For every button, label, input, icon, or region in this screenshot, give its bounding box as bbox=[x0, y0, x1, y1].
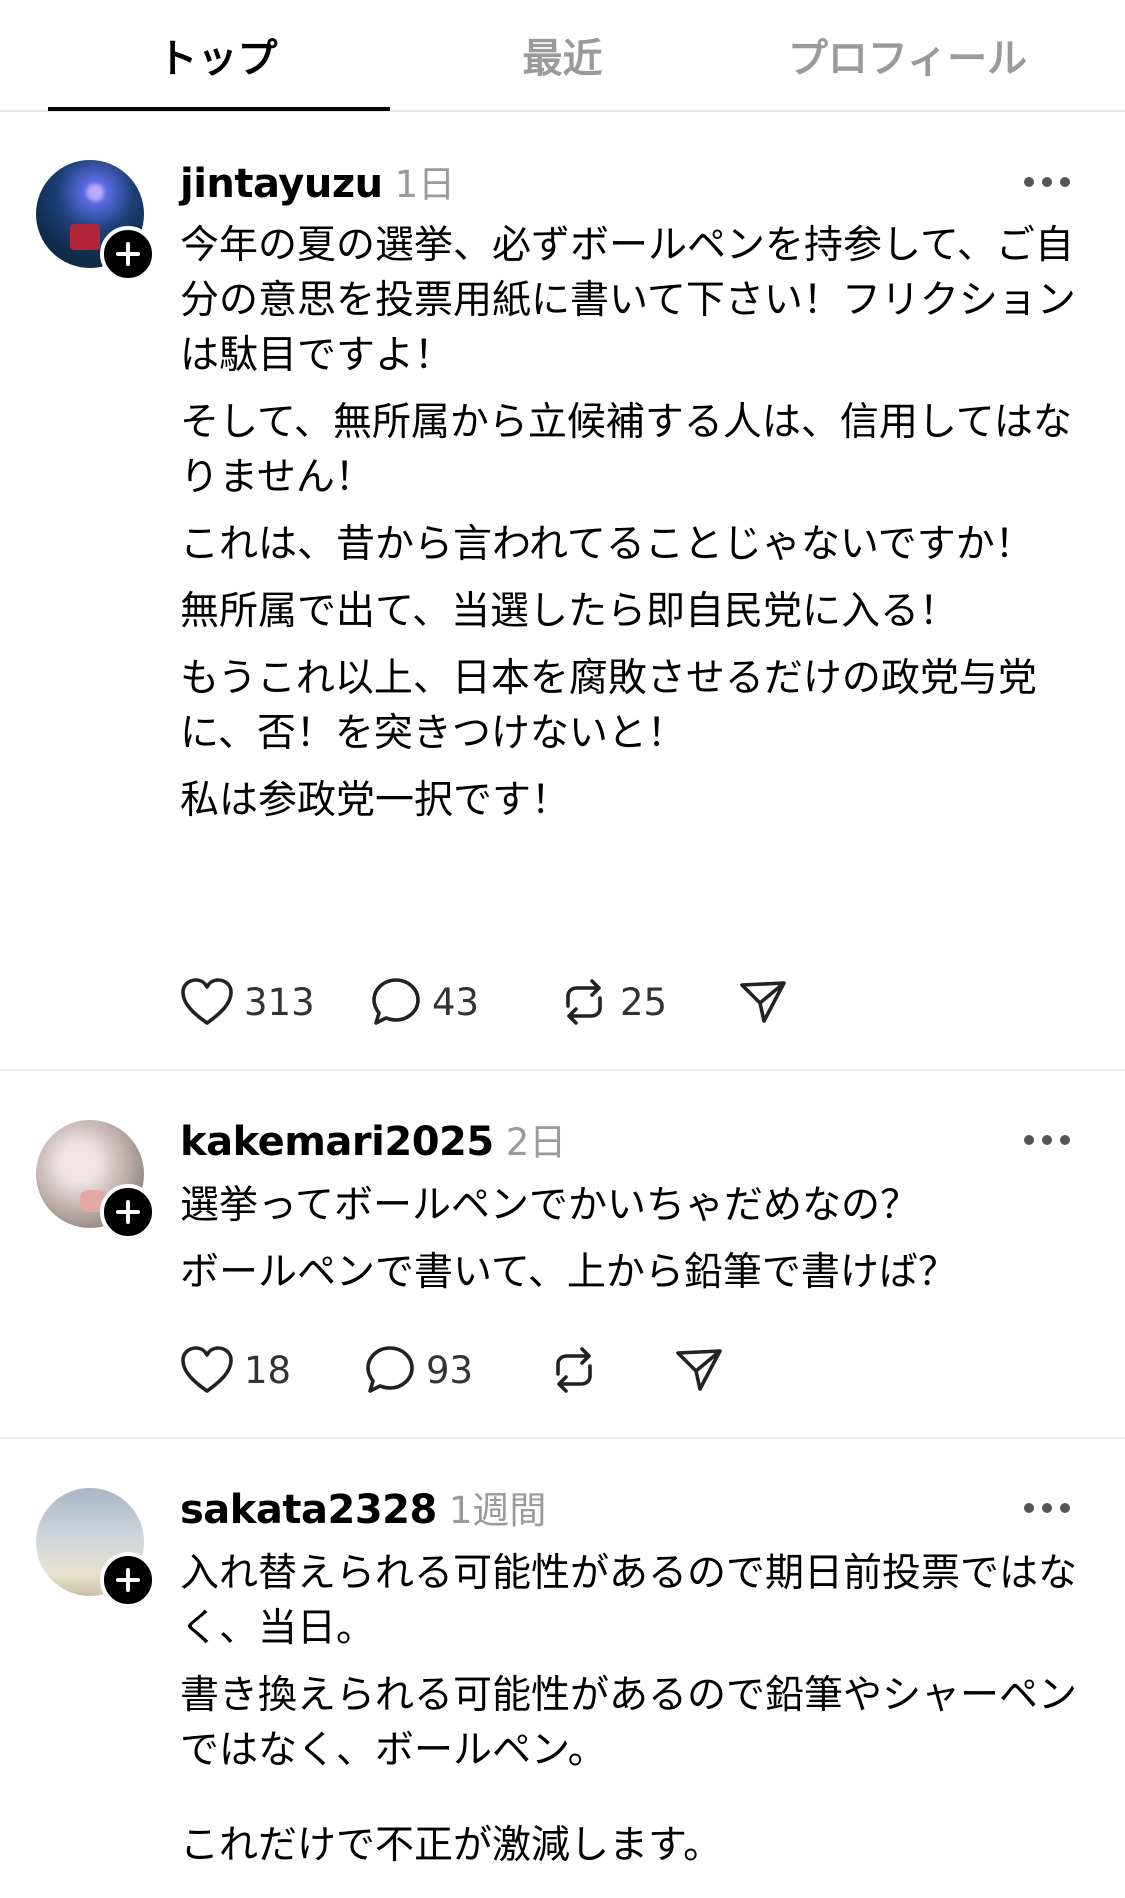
post-paragraph: 選挙ってボールペンでかいちゃだめなの？ bbox=[180, 1183, 920, 1228]
like-button[interactable]: 18 bbox=[180, 1345, 364, 1395]
post-paragraph: 今年の夏の選挙、必ずボールペンを持参して、ご自分の意思を投票用紙に書いて下さい！… bbox=[180, 223, 1076, 378]
post-body: 入れ替えられる可能性があるので期日前投票ではなく、当日。 書き換えられる可能性が… bbox=[180, 1546, 1080, 1885]
post-header: jintayuzu 1日 bbox=[180, 154, 455, 210]
more-options-icon[interactable] bbox=[1017, 162, 1077, 202]
post-paragraph: これは、昔から言われてることじゃないですか！ bbox=[180, 522, 1034, 567]
more-options-icon[interactable] bbox=[1017, 1120, 1077, 1160]
post-body: 今年の夏の選挙、必ずボールペンを持参して、ご自分の意思を投票用紙に書いて下さい！… bbox=[180, 218, 1080, 840]
share-button[interactable] bbox=[738, 977, 788, 1027]
timestamp: 1日 bbox=[394, 163, 456, 206]
tab-profile[interactable]: プロフィール bbox=[720, 0, 1095, 110]
post-header: sakata2328 1週間 bbox=[180, 1480, 546, 1536]
like-count: 18 bbox=[244, 1348, 292, 1392]
post-paragraph: ボールペンで書いて、上から鉛筆で書けば？ bbox=[180, 1250, 957, 1295]
more-options-icon[interactable] bbox=[1017, 1488, 1077, 1528]
like-button[interactable]: 313 bbox=[180, 977, 370, 1027]
share-button[interactable] bbox=[674, 1345, 724, 1395]
follow-plus-icon[interactable] bbox=[100, 1184, 156, 1240]
comment-bubble-icon bbox=[364, 1344, 416, 1396]
timestamp: 2日 bbox=[505, 1121, 567, 1164]
post-body: 選挙ってボールペンでかいちゃだめなの？ ボールペンで書いて、上から鉛筆で書けば？ bbox=[180, 1178, 1080, 1312]
follow-plus-icon[interactable] bbox=[100, 1552, 156, 1608]
follow-plus-icon[interactable] bbox=[100, 226, 156, 282]
post-paragraph: 入れ替えられる可能性があるので期日前投票ではなく、当日。 bbox=[180, 1551, 1078, 1651]
post-header: kakemari2025 2日 bbox=[180, 1112, 566, 1168]
repost-button[interactable]: 25 bbox=[558, 976, 738, 1028]
repost-icon bbox=[548, 1344, 600, 1396]
username[interactable]: sakata2328 bbox=[180, 1487, 437, 1533]
post-actions: 313 43 25 bbox=[180, 972, 788, 1032]
post-paragraph: もうこれ以上、日本を腐敗させるだけの政党与党に、否！を突きつけないと！ bbox=[180, 656, 1037, 756]
comment-button[interactable]: 93 bbox=[364, 1344, 548, 1396]
comment-button[interactable]: 43 bbox=[370, 976, 558, 1028]
username[interactable]: kakemari2025 bbox=[180, 1119, 494, 1165]
tab-bar: トップ 最近 プロフィール bbox=[0, 0, 1125, 112]
post-paragraph: これだけで不正が激減します。 bbox=[180, 1823, 723, 1868]
comment-bubble-icon bbox=[370, 976, 422, 1028]
comment-count: 43 bbox=[432, 980, 480, 1024]
post-paragraph: 私は参政党一択です！ bbox=[180, 778, 571, 823]
post-paragraph: 無所属で出て、当選したら即自民党に入る！ bbox=[180, 589, 959, 634]
username[interactable]: jintayuzu bbox=[180, 161, 383, 207]
send-icon bbox=[674, 1345, 724, 1395]
post-divider bbox=[0, 1437, 1125, 1439]
post-paragraph: 書き換えられる可能性があるので鉛筆やシャーペンではなく、ボールペン。 bbox=[180, 1673, 1078, 1773]
tab-top[interactable]: トップ bbox=[30, 0, 405, 110]
heart-icon bbox=[180, 1345, 234, 1395]
send-icon bbox=[738, 977, 788, 1027]
post-actions: 18 93 bbox=[180, 1340, 724, 1400]
repost-button[interactable] bbox=[548, 1344, 674, 1396]
repost-icon bbox=[558, 976, 610, 1028]
timestamp: 1週間 bbox=[448, 1489, 547, 1532]
repost-count: 25 bbox=[620, 980, 668, 1024]
like-count: 313 bbox=[244, 980, 315, 1024]
comment-count: 93 bbox=[426, 1348, 474, 1392]
heart-icon bbox=[180, 977, 234, 1027]
post-divider bbox=[0, 1069, 1125, 1071]
active-tab-indicator bbox=[48, 107, 390, 111]
tab-recent[interactable]: 最近 bbox=[375, 0, 750, 110]
post-paragraph: そして、無所属から立候補する人は、信用してはなりません！ bbox=[180, 400, 1072, 500]
